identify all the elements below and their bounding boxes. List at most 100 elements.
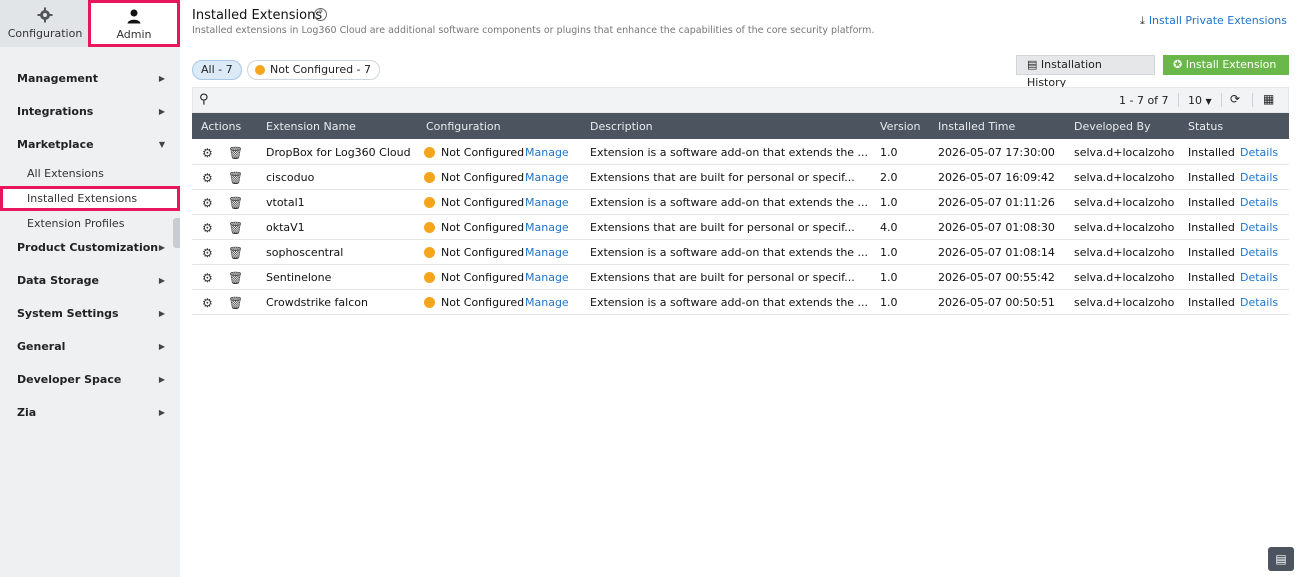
details-link[interactable]: Details [1240, 246, 1278, 259]
manage-link[interactable]: Manage [525, 146, 569, 159]
top-nav: Configuration Admin [0, 0, 180, 47]
filter-all[interactable]: All - 7 [192, 60, 242, 80]
chevron-right-icon: ▶ [158, 243, 165, 252]
extension-version: 1.0 [880, 271, 898, 284]
divider [1252, 93, 1253, 107]
table-row: ⚙ 🗑 DropBox for Log360 Cloud Not Configu… [192, 140, 1289, 165]
configure-icon[interactable]: ⚙ [202, 296, 213, 310]
manage-link[interactable]: Manage [525, 171, 569, 184]
sidebar-item-label: Developer Space [17, 373, 122, 386]
delete-icon[interactable]: 🗑 [228, 296, 243, 310]
details-link[interactable]: Details [1240, 146, 1278, 159]
developed-by: selva.d+localzoho [1074, 146, 1175, 159]
details-link[interactable]: Details [1240, 296, 1278, 309]
extension-description: Extension is a software add-on that exte… [590, 296, 869, 309]
extension-version: 1.0 [880, 146, 898, 159]
sidebar-collapse-handle[interactable] [173, 218, 180, 248]
manage-link[interactable]: Manage [525, 221, 569, 234]
details-link[interactable]: Details [1240, 221, 1278, 234]
table-row: ⚙ 🗑 Crowdstrike falcon Not Configured Ma… [192, 290, 1289, 315]
details-link[interactable]: Details [1240, 171, 1278, 184]
manage-link[interactable]: Manage [525, 271, 569, 284]
tab-admin[interactable]: Admin [88, 0, 180, 47]
help-icon[interactable]: ? [314, 8, 327, 21]
pagination-info: 1 - 7 of 7 [1119, 94, 1169, 107]
manage-link[interactable]: Manage [525, 196, 569, 209]
status-dot-icon [255, 65, 265, 75]
per-page-select[interactable]: 10 ▼ [1188, 94, 1212, 107]
sidebar-item-marketplace[interactable]: Marketplace ▼ [0, 128, 180, 161]
sidebar-item-developer-space[interactable]: Developer Space ▶ [0, 363, 180, 396]
installation-history-button[interactable]: ▤ Installation History [1016, 55, 1155, 89]
configure-icon[interactable]: ⚙ [202, 171, 213, 185]
installed-time: 2026-05-07 01:11:26 [938, 196, 1055, 209]
delete-icon[interactable]: 🗑 [228, 246, 243, 260]
delete-icon[interactable]: 🗑 [228, 271, 243, 285]
sidebar-item-product-customization[interactable]: Product Customization ▶ [0, 236, 180, 264]
header-configuration[interactable]: Configuration [426, 120, 501, 133]
sidebar-subitem-all-extensions[interactable]: All Extensions [0, 161, 180, 186]
search-icon[interactable]: ⚲ [199, 92, 209, 107]
installed-time: 2026-05-07 00:55:42 [938, 271, 1055, 284]
manage-link[interactable]: Manage [525, 246, 569, 259]
chevron-right-icon: ▶ [158, 276, 165, 285]
sidebar-item-system-settings[interactable]: System Settings ▶ [0, 297, 180, 330]
sidebar-item-zia[interactable]: Zia ▶ [0, 396, 180, 429]
chat-icon[interactable]: ▤ [1268, 547, 1294, 571]
filter-not-configured-label: Not Configured - 7 [270, 63, 372, 76]
delete-icon[interactable]: 🗑 [228, 221, 243, 235]
installed-time: 2026-05-07 01:08:14 [938, 246, 1055, 259]
configure-icon[interactable]: ⚙ [202, 221, 213, 235]
divider [1178, 93, 1179, 107]
delete-icon[interactable]: 🗑 [228, 146, 243, 160]
developed-by: selva.d+localzoho [1074, 271, 1175, 284]
delete-icon[interactable]: 🗑 [228, 196, 243, 210]
status-dot-icon [424, 197, 435, 208]
header-developed-by[interactable]: Developed By [1074, 120, 1151, 133]
developed-by: selva.d+localzoho [1074, 246, 1175, 259]
filter-not-configured[interactable]: Not Configured - 7 [247, 60, 381, 80]
configure-icon[interactable]: ⚙ [202, 146, 213, 160]
download-icon: ⤓ [1139, 14, 1145, 27]
installed-time: 2026-05-07 17:30:00 [938, 146, 1055, 159]
extension-description: Extensions that are built for personal o… [590, 221, 855, 234]
table-row: ⚙ 🗑 vtotal1 Not Configured Manage Extens… [192, 190, 1289, 215]
details-link[interactable]: Details [1240, 271, 1278, 284]
developed-by: selva.d+localzoho [1074, 296, 1175, 309]
details-link[interactable]: Details [1240, 196, 1278, 209]
install-extension-button[interactable]: ✪ Install Extension [1163, 55, 1289, 75]
refresh-icon[interactable]: ⟳ [1230, 92, 1240, 106]
sidebar-item-data-storage[interactable]: Data Storage ▶ [0, 264, 180, 297]
header-installed-time[interactable]: Installed Time [938, 120, 1015, 133]
extension-name: DropBox for Log360 Cloud [266, 146, 411, 159]
extension-icon: ✪ [1173, 58, 1183, 71]
sidebar-subitem-extension-profiles[interactable]: Extension Profiles [0, 211, 180, 236]
manage-link[interactable]: Manage [525, 296, 569, 309]
chevron-right-icon: ▶ [158, 74, 165, 83]
divider [1221, 93, 1222, 107]
column-settings-icon[interactable]: ▦ [1263, 92, 1274, 106]
sidebar-item-general[interactable]: General ▶ [0, 330, 180, 363]
configure-icon[interactable]: ⚙ [202, 196, 213, 210]
header-extension-name[interactable]: Extension Name [266, 120, 356, 133]
sidebar-item-management[interactable]: Management ▶ [0, 62, 180, 95]
tab-configuration[interactable]: Configuration [0, 0, 90, 47]
status-dot-icon [424, 222, 435, 233]
chevron-down-icon: ▼ [158, 140, 165, 149]
sidebar-item-integrations[interactable]: Integrations ▶ [0, 95, 180, 128]
sidebar-subitem-installed-extensions[interactable]: Installed Extensions [0, 186, 180, 211]
install-private-extensions-link[interactable]: ⤓ Install Private Extensions [1140, 14, 1287, 28]
developed-by: selva.d+localzoho [1074, 171, 1175, 184]
header-description[interactable]: Description [590, 120, 653, 133]
delete-icon[interactable]: 🗑 [228, 171, 243, 185]
header-version[interactable]: Version [880, 120, 920, 133]
configure-icon[interactable]: ⚙ [202, 246, 213, 260]
history-icon: ▤ [1027, 58, 1038, 71]
status-dot-icon [424, 247, 435, 258]
developed-by: selva.d+localzoho [1074, 221, 1175, 234]
installed-time: 2026-05-07 00:50:51 [938, 296, 1055, 309]
header-actions: Actions [201, 120, 242, 133]
header-status[interactable]: Status [1188, 120, 1223, 133]
page-title: Installed Extensions [192, 8, 323, 23]
configure-icon[interactable]: ⚙ [202, 271, 213, 285]
